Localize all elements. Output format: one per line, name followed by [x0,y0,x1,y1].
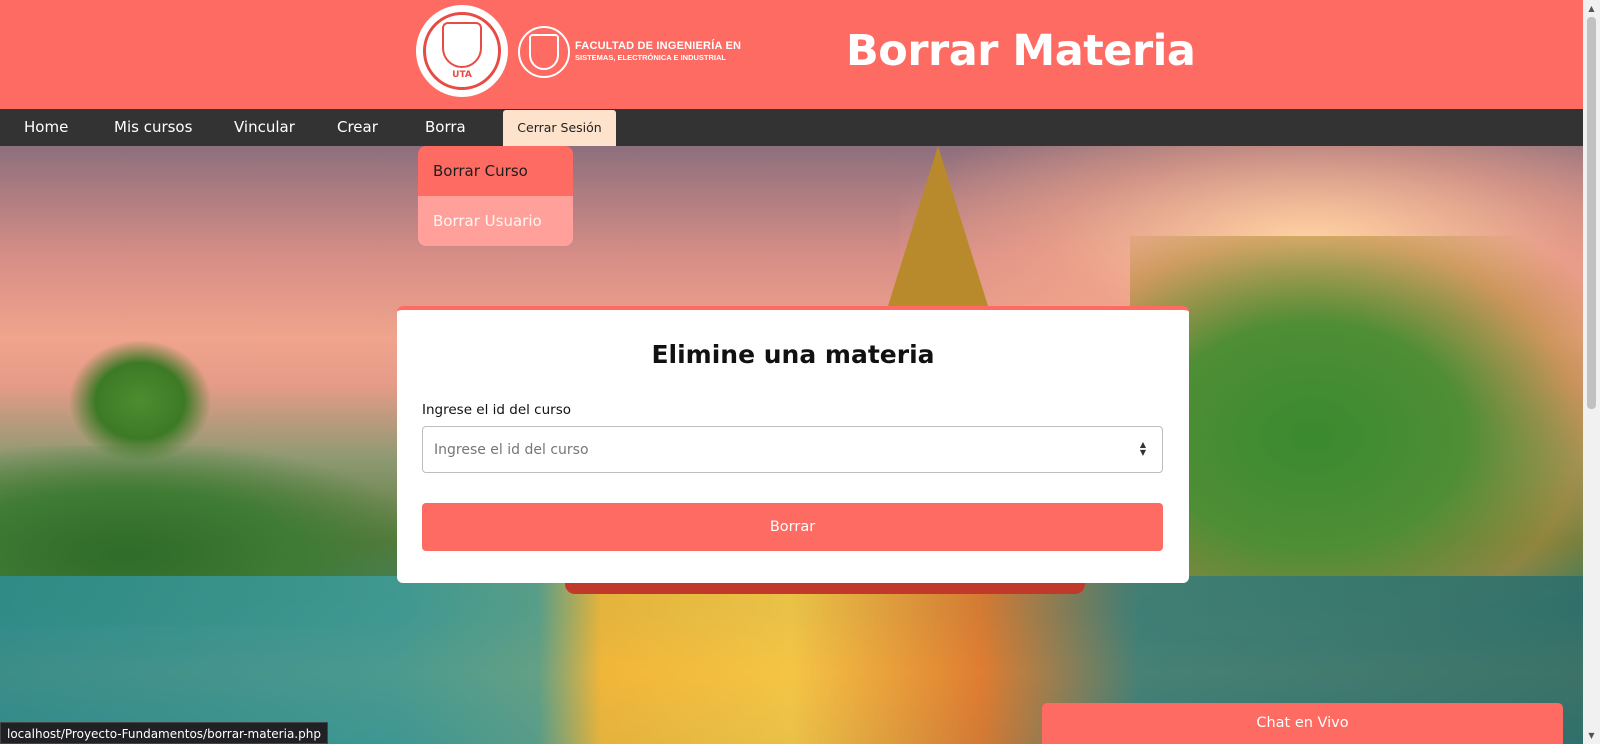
pagoda-spire [888,146,988,306]
course-id-label: Ingrese el id del curso [422,402,571,418]
number-spinner-icon[interactable]: ▲ ▼ [1137,441,1149,457]
scroll-thumb[interactable] [1587,17,1596,409]
scroll-up-arrow-icon[interactable]: ▲ [1583,0,1600,17]
nav-item-home[interactable]: Home [24,109,68,146]
seal-text: UTA [452,70,472,80]
delete-subject-card: Elimine una materia Ingrese el id del cu… [397,306,1189,583]
page-scrollbar[interactable]: ▲ ▼ [1583,0,1600,744]
dropdown-item-borrar-usuario[interactable]: Borrar Usuario [418,196,573,246]
nav-item-mis-cursos[interactable]: Mis cursos [114,109,192,146]
site-header: UTA FACULTAD DE INGENIERÍA EN SISTEMAS, … [0,0,1583,109]
borra-dropdown-menu: Borrar Curso Borrar Usuario [418,146,573,246]
scroll-down-arrow-icon[interactable]: ▼ [1583,727,1600,744]
form-heading: Elimine una materia [651,340,935,369]
dropdown-item-borrar-curso[interactable]: Borrar Curso [418,146,573,196]
nav-item-crear[interactable]: Crear [337,109,378,146]
nav-item-borra[interactable]: Borra [425,109,466,146]
seal-crest-icon [442,22,482,68]
faculty-crest-icon [529,34,559,70]
course-id-input[interactable] [422,426,1163,473]
main-nav: Home Mis cursos Vincular Crear Borra Cer… [0,109,1583,146]
status-bar-url: localhost/Proyecto-Fundamentos/borrar-ma… [0,722,328,744]
seal-ring: UTA [423,12,501,90]
page-title: Borrar Materia [846,26,1196,76]
delete-button[interactable]: Borrar [422,503,1163,551]
faculty-name-line2: SISTEMAS, ELECTRÓNICA E INDUSTRIAL [575,53,726,62]
nav-item-vincular[interactable]: Vincular [234,109,295,146]
university-seal-logo: UTA [416,5,508,97]
faculty-name-line1: FACULTAD DE INGENIERÍA EN [575,40,742,52]
live-chat-button[interactable]: Chat en Vivo [1042,703,1563,744]
palm-tree [70,341,210,461]
logout-button[interactable]: Cerrar Sesión [503,110,616,146]
faculty-emblem-logo [518,26,570,78]
faculty-name: FACULTAD DE INGENIERÍA EN SISTEMAS, ELEC… [575,40,741,62]
